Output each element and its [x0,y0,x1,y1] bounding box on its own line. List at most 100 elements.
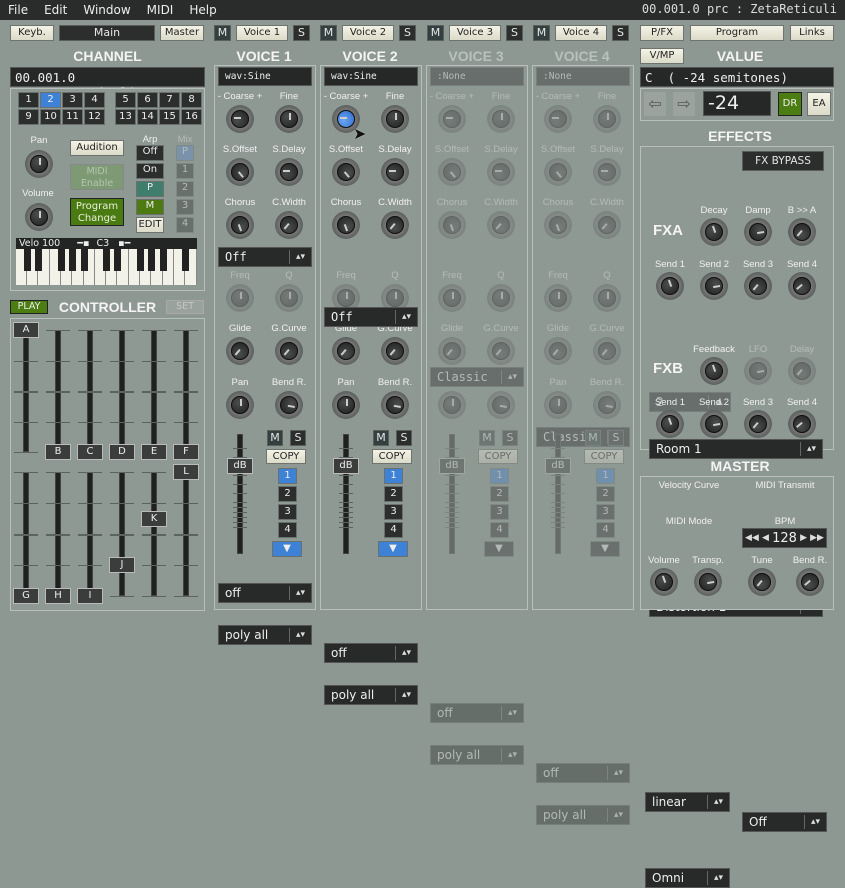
fxa-damp-knob[interactable] [744,218,772,246]
voice-4-layer-3-button[interactable]: 3 [596,504,615,520]
piano-black-key[interactable] [35,249,43,271]
voice-4-copy-button[interactable]: COPY [584,449,624,464]
voice-1-solo-small-button[interactable]: S [290,430,306,446]
voice-4-gcurve-knob[interactable] [593,337,621,365]
step-forward-icon[interactable]: ▶ [800,533,807,543]
voice-1-copy-button[interactable]: COPY [266,449,306,464]
voice-4-coarse-knob[interactable] [544,105,572,133]
voice-1-bendr-knob[interactable] [275,391,303,419]
voice-3-copy-button[interactable]: COPY [478,449,518,464]
voice-2-tab[interactable]: Voice 2 [342,25,394,41]
controller-slider-f[interactable]: F [173,444,199,460]
voice-3-fine-knob[interactable] [487,105,515,133]
program-button[interactable]: Program [690,25,784,41]
voice-3-volume-fader-track[interactable] [449,434,455,554]
channel-button-5[interactable]: 5 [115,92,136,108]
voice-2-layer-4-button[interactable]: 4 [384,522,403,538]
controller-slider-l[interactable]: L [173,464,199,480]
voice-4-solo-button[interactable]: S [612,25,629,41]
voice-1-q-knob[interactable] [275,284,303,312]
voice-3-mode-select[interactable]: off ▴▾ [430,703,524,723]
master-tune-knob[interactable] [748,568,776,596]
channel-button-7[interactable]: 7 [159,92,180,108]
voice-4-chorus-knob[interactable] [544,211,572,239]
piano-black-key[interactable] [80,249,88,271]
voice-3-wave-display[interactable]: :None [430,67,524,86]
fxa-type-select[interactable]: Room 1 ▴▾ [649,439,823,459]
fx-bypass-button[interactable]: FX BYPASS [742,151,824,171]
fxa-send-send4-knob[interactable] [788,272,816,300]
voice-1-layer-2-button[interactable]: 2 [278,486,297,502]
arrow-right-icon[interactable]: ⇨ [673,92,695,116]
voice-2-gcurve-knob[interactable] [381,337,409,365]
fxb-send-send4-knob[interactable] [788,410,816,438]
voice-1-tab[interactable]: Voice 1 [236,25,288,41]
controller-slider-d[interactable]: D [109,444,135,460]
menu-edit[interactable]: Edit [36,3,75,17]
voice-2-layer-2-button[interactable]: 2 [384,486,403,502]
voice-4-layer-1-button[interactable]: 1 [596,468,615,484]
voice-4-mute-button[interactable]: M [533,25,550,41]
voice-4-wave-display[interactable]: :None [536,67,630,86]
voice-4-solo-small-button[interactable]: S [608,430,624,446]
ea-button[interactable]: EA [807,92,831,116]
voice-1-filter-select[interactable]: Off ▴▾ [218,247,312,267]
channel-button-6[interactable]: 6 [137,92,158,108]
piano-black-key[interactable] [148,249,156,271]
voice-2-volume-fader[interactable]: dB [333,458,359,474]
menu-midi[interactable]: MIDI [139,3,182,17]
voice-1-layer-4-button[interactable]: 4 [278,522,297,538]
voice-1-pan-knob[interactable] [226,391,254,419]
voice-2-wave-display[interactable]: wav:Sine [324,67,418,86]
voice-1-freq-knob[interactable] [226,284,254,312]
controller-slider-a[interactable]: A [13,322,39,338]
voice-3-expand-icon[interactable]: ▼ [484,541,514,557]
channel-button-2[interactable]: 2 [40,92,61,108]
voice-4-mode-select[interactable]: off ▴▾ [536,763,630,783]
voice-4-bendr-knob[interactable] [593,391,621,419]
voice-2-mute-small-button[interactable]: M [373,430,389,446]
links-button[interactable]: Links [790,25,834,41]
voice-2-layer-1-button[interactable]: 1 [384,468,403,484]
voice-2-solo-button[interactable]: S [399,25,416,41]
voice-2-solo-small-button[interactable]: S [396,430,412,446]
voice-4-soffset-knob[interactable] [544,158,572,186]
fxb-send-send2-knob[interactable] [700,410,728,438]
piano-black-key[interactable] [24,249,31,271]
voice-3-tab[interactable]: Voice 3 [449,25,501,41]
piano-black-key[interactable] [182,249,190,271]
fxb-send-send3-knob[interactable] [744,410,772,438]
controller-slider-h[interactable]: H [45,588,71,604]
pfx-button[interactable]: P/FX [640,25,684,41]
vmp-button[interactable]: V/MP [640,48,684,64]
voice-1-mute-small-button[interactable]: M [267,430,283,446]
voice-3-pan-knob[interactable] [438,391,466,419]
master-volume-knob[interactable] [650,568,678,596]
voice-4-glide-knob[interactable] [544,337,572,365]
voice-2-expand-icon[interactable]: ▼ [378,541,408,557]
controller-slider-k[interactable]: K [141,511,167,528]
channel-button-4[interactable]: 4 [84,92,105,108]
piano-black-key[interactable] [57,249,65,271]
controller-slider-g[interactable]: G [13,588,39,604]
voice-2-copy-button[interactable]: COPY [372,449,412,464]
voice-3-coarse-knob[interactable] [438,105,466,133]
channel-button-1[interactable]: 1 [18,92,39,108]
voice-4-q-knob[interactable] [593,284,621,312]
main-button[interactable]: Main [59,25,155,41]
voice-1-glide-knob[interactable] [226,337,254,365]
voice-3-volume-fader[interactable]: dB [439,458,465,474]
voice-2-pan-knob[interactable] [332,391,360,419]
fxa-decay-knob[interactable] [700,218,728,246]
channel-button-3[interactable]: 3 [62,92,83,108]
piano-black-key[interactable] [137,249,144,271]
voice-4-expand-icon[interactable]: ▼ [590,541,620,557]
menu-file[interactable]: File [0,3,36,17]
step-back-icon[interactable]: ◀ [762,533,769,543]
controller-slider-b[interactable]: B [45,444,71,460]
midi-transmit-select[interactable]: Off ▴▾ [742,812,827,832]
voice-2-bendr-knob[interactable] [381,391,409,419]
voice-3-gcurve-knob[interactable] [487,337,515,365]
voice-2-poly-select[interactable]: poly all ▴▾ [324,685,418,705]
voice-3-freq-knob[interactable] [438,284,466,312]
